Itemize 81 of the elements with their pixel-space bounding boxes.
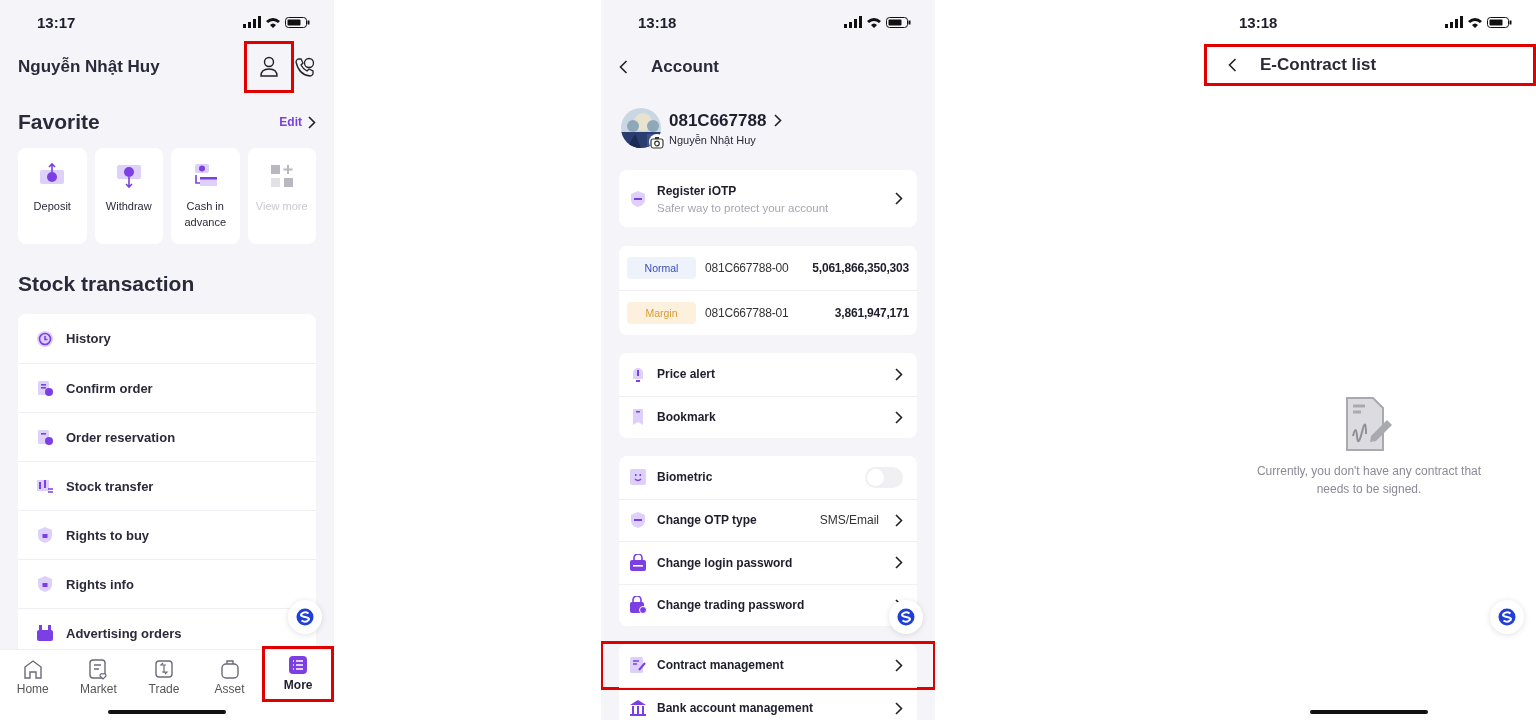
- phone-icon[interactable]: [294, 56, 316, 78]
- user-name: Nguyễn Nhật Huy: [669, 133, 757, 146]
- menu-item-icon: [629, 553, 647, 572]
- wifi-icon: [266, 16, 280, 28]
- account-balance: 3,861,947,171: [833, 306, 909, 320]
- page-title: E-Contract list: [1260, 55, 1377, 75]
- settings-item[interactable]: Change OTP type: [657, 513, 757, 528]
- signal-icon: [844, 16, 862, 28]
- nav-tab[interactable]: More: [262, 646, 334, 702]
- logo-icon: [897, 608, 915, 626]
- section-title: Stock transaction: [18, 272, 195, 296]
- menu-item[interactable]: Rights to buy: [66, 527, 150, 543]
- nav-tab[interactable]: Market: [65, 650, 132, 706]
- menu-item-icon: [629, 699, 647, 718]
- menu-item-icon: [629, 511, 647, 530]
- signal-icon: [243, 16, 261, 28]
- wifi-icon: [1468, 16, 1482, 28]
- nav-icon: [87, 658, 110, 680]
- status-time: 13:17: [37, 13, 76, 31]
- battery-icon: [285, 16, 310, 28]
- edit-link[interactable]: Edit: [279, 115, 316, 129]
- settings-item[interactable]: Price alert: [657, 367, 716, 382]
- status-time: 13:18: [638, 13, 677, 31]
- sub-account-number: 081C667788-00: [705, 261, 789, 275]
- menu-item-icon: [36, 526, 54, 544]
- menu-item-icon: [36, 624, 54, 642]
- otp-shield-icon: [629, 189, 647, 208]
- menu-item[interactable]: Stock transfer: [66, 478, 154, 494]
- logo-icon: [296, 608, 314, 626]
- settings-item[interactable]: Contract management: [657, 658, 784, 673]
- favorite-tile[interactable]: Cash in advance: [171, 148, 240, 244]
- support-button[interactable]: [1490, 600, 1524, 634]
- camera-icon[interactable]: [649, 134, 665, 150]
- status-time: 13:18: [1239, 13, 1278, 31]
- person-icon: [259, 56, 279, 78]
- menu-item-icon: [36, 575, 54, 593]
- user-name: Nguyễn Nhật Huy: [18, 57, 161, 77]
- profile-button[interactable]: [244, 41, 294, 93]
- menu-item-icon: [629, 468, 647, 487]
- menu-item[interactable]: Order reservation: [66, 429, 176, 445]
- settings-item[interactable]: Change login password: [657, 555, 793, 570]
- page-title: Account: [651, 57, 719, 77]
- favorite-icon: [114, 162, 143, 190]
- logo-icon: [1498, 608, 1516, 626]
- menu-item-icon: [36, 477, 54, 495]
- menu-item[interactable]: Advertising orders: [66, 625, 182, 641]
- nav-icon: [21, 658, 44, 680]
- menu-item-icon: [36, 329, 54, 348]
- sub-account-number: 081C667788-01: [705, 306, 789, 320]
- settings-item[interactable]: Biometric: [657, 470, 713, 485]
- signal-icon: [1445, 16, 1463, 28]
- nav-icon: [218, 658, 241, 680]
- menu-item-icon: [36, 428, 54, 446]
- battery-icon: [886, 16, 911, 28]
- iotp-card[interactable]: Register iOTP Safer way to protect your account: [619, 170, 917, 227]
- nav-icon: [153, 658, 175, 680]
- section-title: Favorite: [18, 110, 100, 134]
- favorite-tile[interactable]: Withdraw: [94, 148, 163, 244]
- setting-value: SMS/Email: [819, 513, 879, 528]
- support-button[interactable]: [889, 600, 923, 634]
- battery-icon: [1487, 16, 1512, 28]
- menu-item[interactable]: Confirm order: [66, 380, 153, 396]
- settings-item[interactable]: Change trading password: [657, 598, 805, 613]
- menu-item[interactable]: History: [66, 331, 111, 346]
- menu-item[interactable]: Rights info: [66, 576, 134, 592]
- settings-item[interactable]: Bookmark: [657, 410, 716, 425]
- nav-tab[interactable]: Trade: [131, 650, 197, 706]
- empty-state-message: Currently, you don't have any contract that needs to be signed.: [1255, 463, 1483, 498]
- account-balance: 5,061,866,350,303: [811, 261, 909, 275]
- account-type-tag: Margin: [627, 302, 696, 324]
- menu-item-icon: [36, 379, 54, 397]
- favorite-tile[interactable]: Deposit: [18, 148, 87, 244]
- nav-icon: [287, 654, 310, 676]
- menu-item-icon: [629, 596, 647, 615]
- account-id[interactable]: 081C667788: [669, 110, 767, 131]
- wifi-icon: [867, 16, 881, 28]
- menu-item-icon: [629, 656, 647, 675]
- account-type-tag: Normal: [627, 257, 696, 279]
- nav-tab[interactable]: Home: [0, 650, 66, 706]
- nav-tab[interactable]: Asset: [196, 650, 263, 706]
- settings-item[interactable]: Bank account management: [657, 701, 814, 716]
